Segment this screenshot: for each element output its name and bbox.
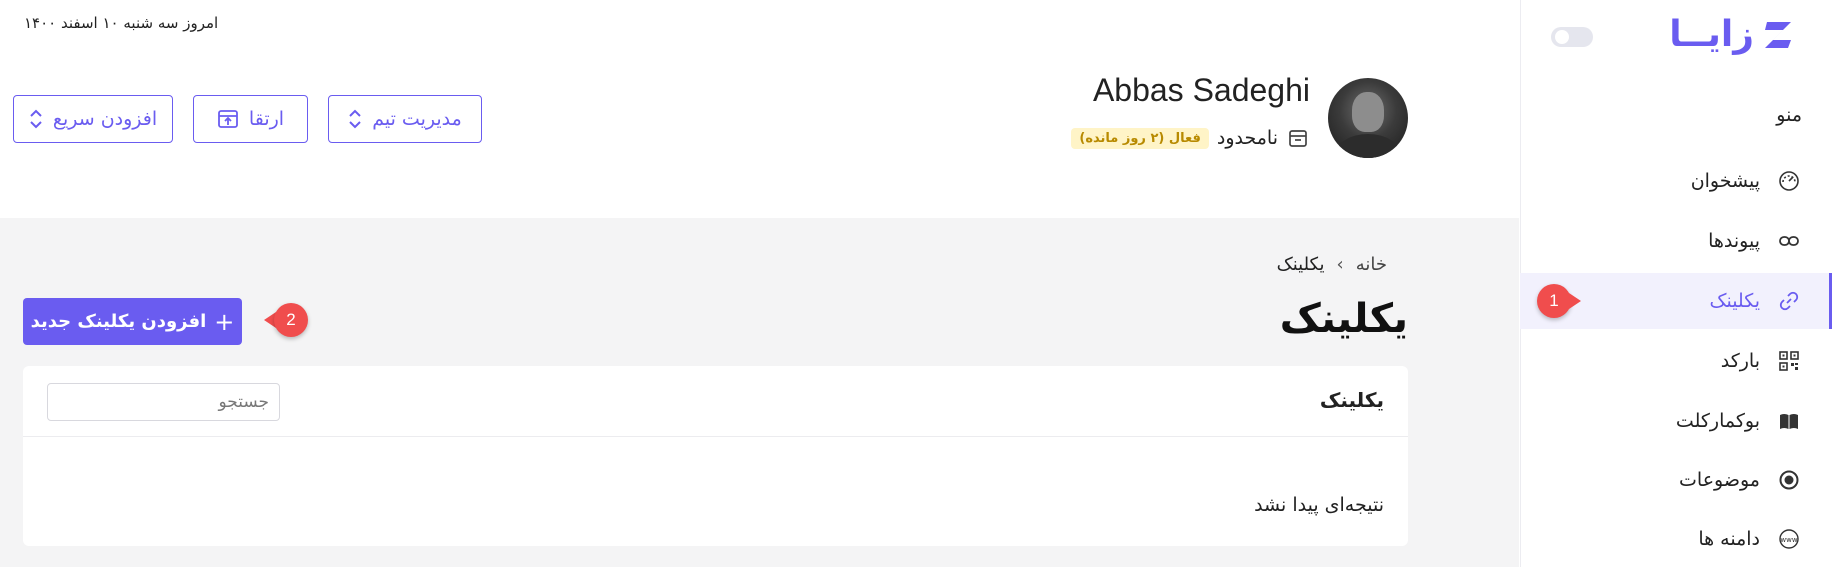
sidebar-item-label: دامنه ها: [1698, 528, 1760, 550]
page-title: یکلینک: [1279, 296, 1408, 342]
plan-label: نامحدود: [1216, 127, 1278, 149]
breadcrumb-current: یکلینک: [1276, 254, 1325, 275]
svg-text:www: www: [1780, 536, 1797, 544]
add-yeklink-button[interactable]: + افزودن یکلینک جدید: [23, 298, 242, 345]
plus-icon: +: [214, 307, 235, 336]
sidebar-item-bookmarklet[interactable]: بوکمارکلت: [1520, 393, 1832, 449]
annotation-callout-2: 2: [264, 303, 308, 337]
sidebar-item-label: یکلینک: [1709, 290, 1760, 312]
annotation-callout-1: 1: [1537, 284, 1581, 318]
sidebar-item-label: بوکمارکلت: [1675, 410, 1760, 432]
sidebar-item-label: پیوندها: [1708, 230, 1760, 252]
sidebar-item-label: موضوعات: [1679, 469, 1760, 491]
add-yeklink-label: افزودن یکلینک جدید: [30, 311, 207, 332]
link-icon: [1776, 228, 1802, 254]
breadcrumb: خانه › یکلینک: [1277, 254, 1387, 275]
menu-title: منو: [1776, 104, 1802, 126]
upgrade-button[interactable]: ارتقا: [193, 95, 308, 143]
target-icon: [1776, 467, 1802, 493]
qr-code-icon: [1776, 348, 1802, 374]
avatar-face: [1352, 92, 1384, 132]
team-management-button[interactable]: مدیریت تیم: [328, 95, 482, 143]
sidebar-item-label: پیشخوان: [1690, 170, 1760, 192]
sidebar-item-topics[interactable]: موضوعات: [1520, 452, 1832, 508]
breadcrumb-home-link[interactable]: خانه: [1356, 254, 1387, 275]
current-date: امروز سه شنبه ۱۰ اسفند ۱۴۰۰: [24, 14, 219, 32]
callout-number: 2: [274, 303, 308, 337]
theme-toggle[interactable]: [1551, 27, 1593, 47]
avatar[interactable]: [1328, 78, 1408, 158]
chevron-updown-icon: [29, 108, 43, 130]
toggle-knob: [1555, 30, 1569, 44]
sidebar-item-dashboard[interactable]: پیشخوان: [1520, 153, 1832, 209]
status-badge: فعال (۲ روز مانده): [1071, 127, 1209, 149]
upgrade-label: ارتقا: [248, 108, 285, 130]
plan-box-icon: [1286, 126, 1310, 150]
quick-add-button[interactable]: افزودن سریع: [13, 95, 173, 143]
link-chain-icon: [1776, 288, 1802, 314]
chevron-updown-icon: [348, 108, 362, 130]
divider: [23, 436, 1408, 437]
sidebar-item-barcode[interactable]: بارکد: [1520, 333, 1832, 389]
sidebar-item-links[interactable]: پیوندها: [1520, 213, 1832, 269]
plan-info: نامحدود فعال (۲ روز مانده): [1071, 126, 1310, 150]
sidebar-item-label: بارکد: [1720, 350, 1760, 372]
book-icon: [1776, 408, 1802, 434]
empty-state-message: نتیجه‌ای پیدا نشد: [1254, 494, 1384, 516]
card-title: یکلینک: [1319, 388, 1384, 412]
sidebar-item-domains[interactable]: www دامنه ها: [1520, 511, 1832, 567]
brand-logo[interactable]: زایــا: [1669, 14, 1798, 55]
logo-text: زایــا: [1669, 14, 1754, 55]
team-management-label: مدیریت تیم: [372, 108, 462, 130]
dashboard-gauge-icon: [1776, 168, 1802, 194]
yeklink-list-card: یکلینک نتیجه‌ای پیدا نشد: [23, 366, 1408, 546]
quick-add-label: افزودن سریع: [52, 108, 158, 130]
breadcrumb-separator: ›: [1336, 254, 1344, 275]
avatar-body: [1336, 134, 1400, 158]
user-name: Abbas Sadeghi: [1092, 72, 1310, 108]
www-globe-icon: www: [1776, 526, 1802, 552]
search-input[interactable]: [47, 383, 280, 421]
callout-arrow: [1563, 289, 1581, 313]
upgrade-box-icon: [217, 108, 239, 130]
zaya-logo-icon: [1760, 16, 1798, 54]
